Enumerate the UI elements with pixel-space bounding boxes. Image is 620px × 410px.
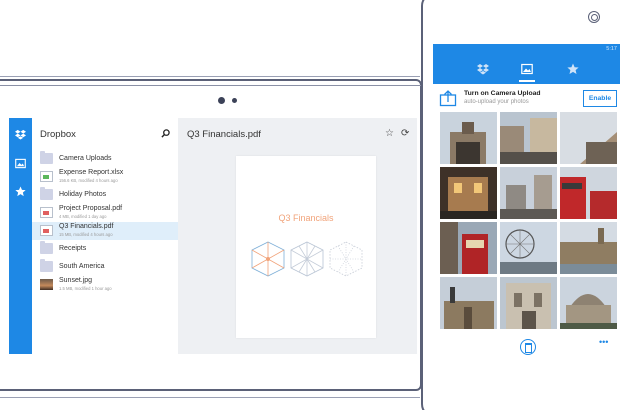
phone-camera-icon — [588, 11, 600, 23]
camera-folder-icon — [40, 151, 53, 164]
document-page: Q3 Financials — [236, 156, 376, 338]
favorite-star-icon[interactable]: ☆ — [385, 128, 394, 139]
file-row-expense-report[interactable]: Expense Report.xlsx 156.6 KB, modified 4… — [32, 168, 178, 186]
star-icon[interactable] — [15, 186, 26, 197]
photo-thumbnail[interactable] — [500, 222, 557, 274]
file-row-q3-financials[interactable]: Q3 Financials.pdf 15 MB, modified 4 hour… — [32, 222, 178, 240]
file-row-project-proposal[interactable]: Project Proposal.pdf 4 MB, modified 1 da… — [32, 204, 178, 222]
folder-icon — [40, 187, 53, 200]
file-meta: 1.5 MB, modified 1 hour ago — [59, 286, 112, 291]
search-icon[interactable] — [161, 129, 170, 138]
file-row-south-america[interactable]: South America — [32, 258, 178, 276]
photo-thumbnail[interactable] — [560, 222, 617, 274]
preview-title: Q3 Financials.pdf — [187, 129, 261, 140]
enable-button[interactable]: Enable — [583, 90, 617, 107]
image-thumbnail — [40, 279, 53, 290]
file-meta: 15 MB, modified 4 hours ago — [59, 232, 113, 237]
phone-app-bar: ••• — [433, 334, 620, 362]
tablet-nav-rail — [9, 118, 32, 354]
camera-upload-icon — [439, 90, 457, 107]
photos-icon[interactable] — [15, 158, 26, 169]
photo-thumbnail[interactable] — [500, 167, 557, 219]
file-name: Receipts — [59, 245, 87, 252]
camera-upload-banner: Turn on Camera Upload auto-upload your p… — [433, 84, 620, 112]
file-row-holiday-photos[interactable]: Holiday Photos — [32, 186, 178, 204]
hexagon-graphic — [251, 241, 363, 277]
file-row-camera-uploads[interactable]: Camera Uploads — [32, 150, 178, 168]
tablet-sensor-dot — [232, 98, 237, 103]
sync-icon[interactable]: ⟳ — [401, 128, 409, 139]
photo-thumbnail[interactable] — [560, 277, 617, 329]
photo-thumbnail[interactable] — [440, 277, 497, 329]
pdf-icon — [40, 225, 53, 236]
more-options-icon[interactable]: ••• — [599, 337, 608, 347]
file-name: Q3 Financials.pdf — [59, 223, 114, 230]
file-name: Sunset.jpg — [59, 277, 93, 284]
file-row-receipts[interactable]: Receipts — [32, 240, 178, 258]
dropbox-icon[interactable] — [477, 63, 489, 75]
file-name: South America — [59, 263, 105, 270]
active-tab-indicator — [519, 80, 535, 82]
phone-screen: 5:17 Turn on Camera Upload auto-upload y… — [433, 44, 620, 362]
file-name: Expense Report.xlsx — [59, 169, 124, 176]
file-name: Holiday Photos — [59, 191, 107, 198]
file-name: Camera Uploads — [59, 155, 112, 162]
banner-title: Turn on Camera Upload — [464, 90, 541, 97]
photo-thumbnail[interactable] — [440, 222, 497, 274]
file-list-pane: Dropbox Camera Uploads Expense Report.xl… — [32, 118, 178, 354]
dropbox-icon[interactable] — [15, 129, 26, 140]
banner-subtitle: auto-upload your photos — [464, 99, 529, 105]
file-name: Project Proposal.pdf — [59, 205, 123, 212]
tablet-camera-dot — [218, 97, 225, 104]
file-meta: 4 MB, modified 1 day ago — [59, 214, 107, 219]
photo-thumbnail[interactable] — [560, 167, 617, 219]
spreadsheet-icon — [40, 171, 53, 182]
photo-thumbnail[interactable] — [500, 112, 557, 164]
photo-thumbnail[interactable] — [440, 167, 497, 219]
file-preview-pane: Q3 Financials.pdf ☆ ⟳ Q3 Financials — [178, 118, 417, 354]
tablet-outline-bottom — [0, 397, 420, 398]
pdf-icon — [40, 207, 53, 218]
list-title: Dropbox — [40, 129, 76, 140]
photos-icon[interactable] — [521, 63, 533, 75]
file-row-sunset[interactable]: Sunset.jpg 1.5 MB, modified 1 hour ago — [32, 276, 178, 294]
photo-thumbnail[interactable] — [560, 112, 617, 164]
phone-nav-bar — [433, 54, 620, 84]
star-icon[interactable] — [567, 63, 579, 75]
status-bar: 5:17 — [433, 44, 620, 54]
delete-icon[interactable] — [520, 339, 536, 355]
tablet-screen: Dropbox Camera Uploads Expense Report.xl… — [9, 118, 417, 354]
file-meta: 156.6 KB, modified 4 hours ago — [59, 178, 118, 183]
photo-thumbnail[interactable] — [500, 277, 557, 329]
tablet-outline-top — [0, 76, 420, 77]
document-heading: Q3 Financials — [278, 213, 334, 223]
folder-icon — [40, 241, 53, 254]
photo-grid — [440, 112, 620, 334]
status-time: 5:17 — [606, 46, 617, 52]
shared-folder-icon — [40, 259, 53, 272]
photo-thumbnail[interactable] — [440, 112, 497, 164]
